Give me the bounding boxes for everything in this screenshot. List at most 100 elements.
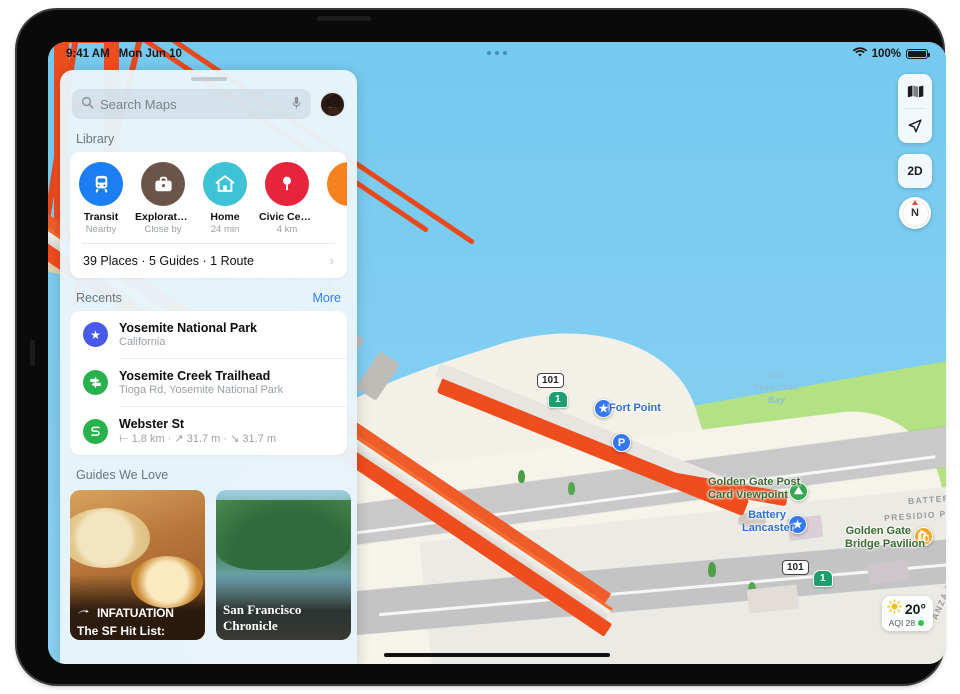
list-item-subtitle: California [119,336,166,348]
compass-ring [901,199,929,227]
chevron-right-icon: › [329,253,334,268]
home-indicator[interactable] [384,652,610,657]
maps-sidebar-panel: Search Maps Library Transit Nearby Explo… [60,70,357,664]
map-control-stack [898,74,932,143]
library-section-header: Library [60,119,357,152]
guide-card-infatuation[interactable]: INFATUATION The SF Hit List: [70,490,205,640]
battery-icon [906,48,931,60]
sun-icon [887,599,902,619]
battery-lancaster-label: Battery Lancaster [742,509,794,534]
library-item-subtitle: 24 min [210,224,240,235]
volume-button[interactable] [30,340,35,366]
power-button[interactable] [317,16,371,21]
library-items-strip[interactable]: Transit Nearby Explorato… Close by Home … [70,152,347,241]
postcard-viewpoint-label-line-2: Card Viewpoint [708,488,788,501]
list-item-subtitle: Tioga Rd, Yosemite National Park [119,384,284,396]
route-shield-101-lower[interactable]: 101 [782,560,809,575]
aqi-label: AQI 28 [888,618,916,628]
status-time: 9:41 AM [66,48,110,60]
multitask-dots-icon[interactable] [487,51,507,55]
recents-section-header: Recents More [60,278,357,311]
recents-card: ★ Yosemite National Park California Yose… [70,311,347,455]
guide-brand-text: INFATUATION [97,606,174,620]
library-item-title: Civic Cen… [259,211,318,223]
library-item-subtitle: Close by [144,224,182,235]
infatuation-logo-icon: INFATUATION [77,606,174,620]
screenshot-root: GOLDEN GATE BRIDGE San Francisco Bay 101… [0,0,960,694]
house-icon [203,162,247,206]
route-icon [83,418,108,444]
route-shield-101-upper[interactable]: 101 [537,373,564,388]
microphone-icon[interactable] [291,96,302,113]
library-item-transit[interactable]: Transit Nearby [70,162,132,235]
fort-point-label: Fort Point [609,402,661,414]
bay-label-line-2: Francisco [754,382,800,393]
status-date: Mon Jun 10 [118,48,182,60]
postcard-viewpoint-label-line-1: Golden Gate Post [708,476,801,488]
star-icon: ★ [83,322,108,347]
library-item-exploratorium[interactable]: Explorato… Close by [132,162,194,235]
more-icon [327,162,347,206]
bridge-pavilion-label: Golden Gate Bridge Pavilion [845,525,925,550]
parking-icon[interactable]: P [612,433,631,452]
screen: GOLDEN GATE BRIDGE San Francisco Bay 101… [48,42,946,664]
list-item-title: Yosemite Creek Trailhead [119,369,271,383]
recents-heading: Recents [76,291,122,305]
location-arrow-icon[interactable] [898,109,932,143]
bay-label-line-1: San [767,369,786,379]
battery-lancaster-label-line-2: Lancaster [742,521,794,534]
map-layers-icon[interactable] [898,74,932,108]
guide-card-chronicle[interactable]: San Francisco Chronicle [216,490,351,640]
bridge-pavilion-label-line-1: Golden Gate [845,525,911,537]
route-shield-1-lower[interactable]: 1 [813,570,833,587]
library-item-subtitle: 4 km [276,224,298,235]
search-icon [81,96,94,112]
guides-section-header: Guides We Love [60,455,357,488]
library-heading: Library [76,132,115,146]
library-item-civic-center[interactable]: Civic Cen… 4 km [256,162,318,235]
list-item[interactable]: ★ Yosemite National Park California [70,311,347,358]
compass-icon[interactable]: N [899,197,931,229]
weather-top-row: 20° [887,599,926,619]
status-bar-right: 100% [852,47,931,61]
trail-sign-icon [83,370,108,395]
route-shield-1-upper[interactable]: 1 [548,391,568,408]
library-item-title: Explorato… [135,211,194,223]
guides-heading: Guides We Love [76,468,169,482]
library-card: Transit Nearby Explorato… Close by Home … [70,152,347,278]
search-placeholder-text: Search Maps [100,96,177,112]
list-item[interactable]: Yosemite Creek Trailhead Tioga Rd, Yosem… [70,359,347,406]
battery-percent-label: 100% [871,48,901,60]
postcard-viewpoint-label: Golden Gate Post Card Viewpoint [708,476,801,501]
search-input[interactable]: Search Maps [72,89,311,119]
search-row: Search Maps [60,81,357,119]
train-icon [79,162,123,206]
tree-icon [708,562,716,577]
bridge-support-pylon [355,351,401,401]
list-item[interactable]: Webster St ⊢ 1.8 km · ↗ 31.7 m · ↘ 31.7 … [70,407,347,455]
guide-title: The SF Hit List: [77,624,165,638]
weather-aqi-row: AQI 28 [887,618,926,628]
library-summary-row[interactable]: 39 Places · 5 Guides · 1 Route › [70,244,347,278]
aqi-status-badge [918,620,925,626]
recents-more-button[interactable]: More [313,291,341,305]
status-bar-left: 9:41 AM Mon Jun 10 [66,48,182,60]
user-avatar[interactable] [320,91,345,117]
library-summary-text: 39 Places · 5 Guides · 1 Route [83,253,254,268]
library-item-home[interactable]: Home 24 min [194,162,256,235]
wifi-icon [852,47,867,61]
weather-temperature: 20° [904,601,926,617]
weather-widget[interactable]: 20° AQI 28 [881,596,933,631]
pin-icon [265,162,309,206]
guides-strip[interactable]: INFATUATION The SF Hit List: San Francis… [60,488,357,640]
battery-lancaster-label-line-1: Battery [748,509,786,521]
library-item-title: Transit [83,211,119,223]
library-item-subtitle: Nearby [85,224,117,235]
bay-label: San Francisco Bay [754,368,799,407]
library-item-title: Home [210,211,240,223]
chronicle-logo-icon: San Francisco Chronicle [223,602,302,633]
map-dimension-toggle[interactable]: 2D [898,154,932,188]
library-item-more[interactable] [318,162,347,235]
ipad-device-frame: GOLDEN GATE BRIDGE San Francisco Bay 101… [17,10,946,684]
list-item-title: Webster St [119,417,185,431]
